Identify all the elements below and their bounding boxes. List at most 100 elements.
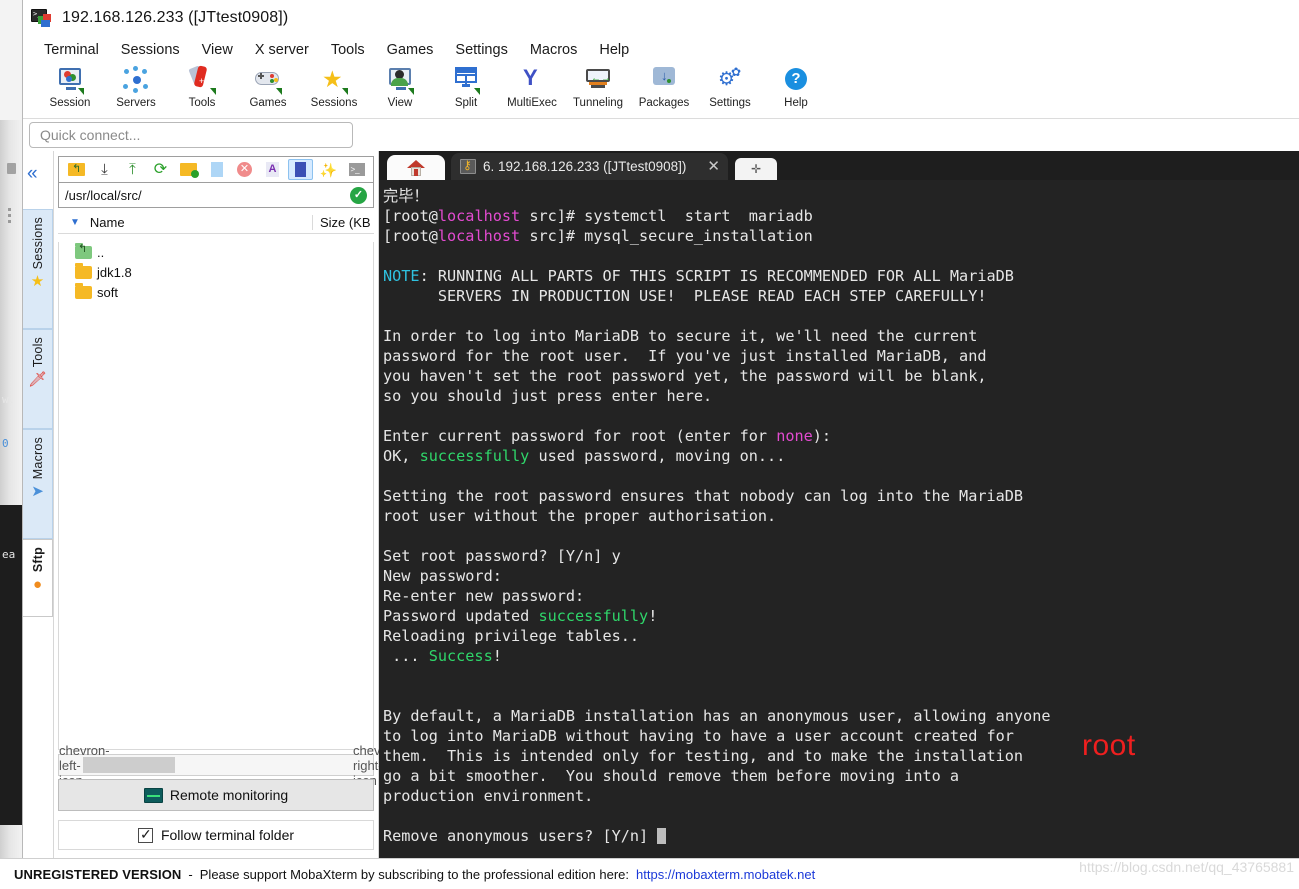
toolbar-label: Settings [709,97,751,109]
close-icon[interactable]: ✕ [707,159,720,174]
toolbar-label: Servers [116,97,156,109]
tab-home[interactable] [387,155,445,180]
menu-x-server[interactable]: X server [244,40,320,60]
list-item[interactable]: soft [59,282,373,302]
menu-tools[interactable]: Tools [320,40,376,60]
terminal-line: By default, a MariaDB installation has a… [383,706,1299,726]
toolbar-sessions-button[interactable]: ★ Sessions [301,65,367,110]
terminal-text: go a bit smoother. You should remove the… [383,767,960,785]
horizontal-scrollbar[interactable]: chevron-left-icon chevron-right-icon [58,743,404,788]
menu-macros[interactable]: Macros [519,40,589,60]
unregistered-label: UNREGISTERED VERSION [14,866,182,882]
terminal-text: Password updated [383,607,539,625]
file-list[interactable]: .. jdk1.8 soft [58,242,374,750]
toolbar-split-button[interactable]: Split [433,65,499,109]
sidebar-item-sftp[interactable]: Sftp ● [23,539,53,617]
new-file-icon[interactable] [204,159,229,180]
upload-icon[interactable]: ⤒ [120,159,145,180]
mobaxterm-link[interactable]: https://mobaxterm.mobatek.net [636,867,815,882]
terminal-text: src]# mysql_secure_installation [520,227,813,245]
download-icon[interactable]: ⤓ [92,159,117,180]
sftp-path-input[interactable]: /usr/local/src/ [65,188,142,203]
new-folder-icon[interactable] [176,159,201,180]
file-list-header: ▼ Name Size (KB [58,212,374,234]
sidebar-item-macros[interactable]: Macros ➤ [23,429,53,539]
magic-wand-icon[interactable]: ✨ [316,159,341,180]
column-header-size[interactable]: Size (KB [312,215,374,230]
toolbar-help-button[interactable]: ? Help [763,65,829,109]
sidebar-item-label: Sftp [30,547,45,573]
mobaxterm-window: ea w. 0 >_ 192.168.126.233 ([JTtest0908]… [0,0,1299,889]
list-item[interactable]: .. [59,242,373,262]
toolbar-servers-button[interactable]: Servers [103,65,169,109]
scrollbar-track[interactable] [79,756,353,774]
sort-indicator-icon[interactable]: ▼ [70,217,80,228]
menu-games[interactable]: Games [376,40,445,60]
terminal-text: used password, moving on... [529,447,786,465]
terminal-text: successfully [538,607,649,625]
follow-terminal-folder-row[interactable]: Follow terminal folder [58,820,374,850]
toolbar-tunneling-button[interactable]: ←→ Tunneling [565,65,631,109]
terminal-text: New password: [383,567,502,585]
packages-download-icon: ↓ [649,65,679,95]
key-icon [460,158,476,174]
toolbar-packages-button[interactable]: ↓ Packages [631,65,697,109]
scrollbar-thumb[interactable] [83,757,175,773]
tab-bar: 6. 192.168.126.233 ([JTtest0908]) ✕ ✛ [379,151,1299,180]
quick-connect-input[interactable]: Quick connect... [29,122,353,148]
column-header-name[interactable]: Name [90,215,312,230]
list-item[interactable]: jdk1.8 [59,262,373,282]
terminal-text: In order to log into MariaDB to secure i… [383,327,978,345]
view-person-icon [385,65,415,95]
monitor-graph-icon [143,787,163,803]
session-monitor-icon [55,65,85,95]
ghost-icon [7,163,16,174]
terminal-line: 完毕！ [383,186,1299,206]
sessions-star-icon: ★ [319,65,349,95]
remote-monitoring-button[interactable]: Remote monitoring [58,779,374,811]
terminal-line: you haven't set the root password yet, t… [383,366,1299,386]
menu-terminal[interactable]: Terminal [33,40,110,60]
sftp-panel: ↰ ⤓ ⤒ ⟳ ✕ A ✨ >_ /usr/local/src/ ✓ ▼ Nam… [54,151,404,858]
terminal-text: localhost [437,227,521,245]
toolbar-tools-button[interactable]: + Tools [169,65,235,109]
terminal-text: [root@ [383,207,438,225]
terminal-line: NOTE: RUNNING ALL PARTS OF THIS SCRIPT I… [383,266,1299,286]
terminal-text: them. This is intended only for testing,… [383,747,1024,765]
chevron-double-left-icon[interactable]: « [27,164,37,183]
refresh-icon[interactable]: ⟳ [148,159,173,180]
binary-mode-icon[interactable] [288,159,313,180]
toolbar-view-button[interactable]: View [367,65,433,109]
toolbar-settings-button[interactable]: ⚙ ✿ Settings [697,65,763,109]
terminal-icon[interactable]: >_ [344,159,369,180]
toolbar-label: MultiExec [507,97,557,109]
menu-help[interactable]: Help [588,40,640,60]
delete-icon[interactable]: ✕ [232,159,257,180]
text-mode-icon[interactable]: A [260,159,285,180]
games-gamepad-icon [253,65,283,95]
sidebar-item-tools[interactable]: Tools 🗡 [23,329,53,429]
servers-network-icon [121,65,151,95]
menu-settings[interactable]: Settings [444,40,518,60]
toolbar-multiexec-button[interactable]: Y MultiExec [499,65,565,110]
terminal-line: In order to log into MariaDB to secure i… [383,326,1299,346]
terminal-text: ... [383,647,429,665]
terminal-text: ! [648,607,658,625]
terminal-output[interactable]: 完毕！ [root@localhost src]# systemctl start… [379,180,1299,858]
parent-folder-icon [75,242,92,259]
menu-view[interactable]: View [191,40,244,60]
tools-knife-icon: + [187,65,217,95]
toolbar-games-button[interactable]: Games [235,65,301,109]
paper-plane-icon: ➤ [31,483,44,501]
sidebar-item-sessions[interactable]: Sessions ★ [23,209,53,329]
new-tab-button[interactable]: ✛ [734,158,777,180]
menu-sessions[interactable]: Sessions [110,40,191,60]
quick-connect-row: Quick connect... [23,119,1299,151]
tab-session[interactable]: 6. 192.168.126.233 ([JTtest0908]) ✕ [451,153,728,180]
folder-up-icon[interactable]: ↰ [64,159,89,180]
follow-terminal-folder-checkbox[interactable] [137,826,153,843]
status-separator: - [188,866,193,882]
terminal-text: Enter current password for root (enter f… [383,427,777,445]
toolbar-session-button[interactable]: Session [37,65,103,109]
